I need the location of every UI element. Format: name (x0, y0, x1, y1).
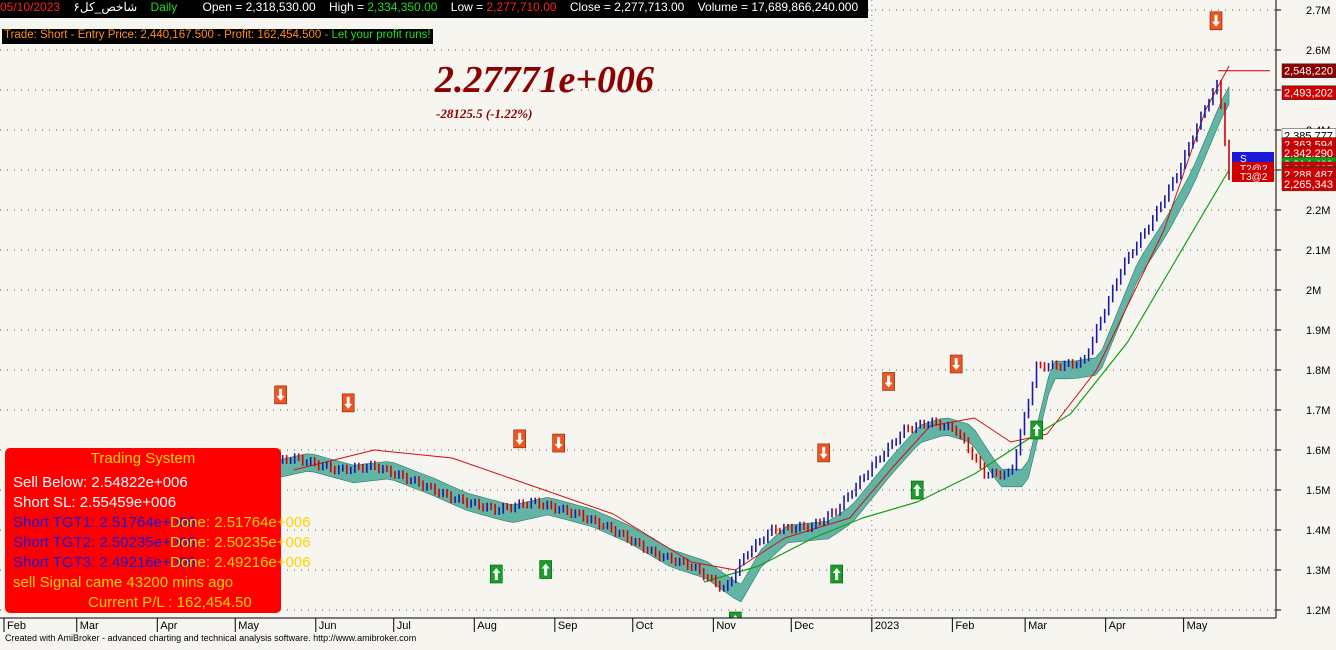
short-sl-text: Short SL: 2.55459e+006 (13, 494, 177, 511)
symbol-name: شاخص_کل۶ (73, 0, 138, 14)
buy-signal-arrow (910, 480, 924, 500)
y-tick-label: 1.8M (1306, 365, 1330, 377)
y-tick-label: 1.9M (1306, 325, 1330, 337)
tgt2-done-text: Done: 2.50235e+006 (170, 534, 311, 551)
y-tick-label: 2.1M (1306, 245, 1330, 257)
high-value: 2,334,350.00 (367, 0, 438, 14)
right-price-label: 2,548,220 (1281, 63, 1336, 78)
volume-label: Volume = (697, 0, 752, 14)
sell-signal-arrow (274, 385, 287, 405)
trading-system-panel: Trading System Sell Below: 2.54822e+006 … (5, 448, 311, 613)
x-tick-label: Nov (716, 620, 736, 632)
sell-signal-arrow (552, 433, 565, 453)
sell-signal-arrow (513, 429, 526, 449)
low-value-group: Low = 2,277,710.00 (451, 0, 557, 14)
right-price-label: 2,265,343 (1281, 176, 1336, 192)
x-tick-label: Feb (7, 620, 26, 632)
y-tick-label: 2.6M (1306, 45, 1330, 57)
last-price-display: 2.27771e+006 (435, 59, 655, 101)
footer-credit: Created with AmiBroker - advanced charti… (5, 633, 417, 643)
x-tick-label: Jun (319, 620, 337, 632)
bar-date: 05/10/2023 (0, 0, 61, 14)
y-tick-label: 1.4M (1306, 525, 1330, 537)
x-tick-label: Apr (1109, 620, 1126, 632)
open-label: Open = (202, 0, 246, 14)
open-value-group: Open = 2,318,530.00 (203, 0, 316, 14)
close-value-group: Close = 2,277,713.00 (570, 0, 684, 14)
short-tgt3-text: Short TGT3: 2.49216e+006 (13, 554, 196, 571)
volume-value-group: Volume = 17,689,866,240.000 (698, 0, 858, 14)
tgt1-done-text: Done: 2.51764e+006 (170, 514, 311, 531)
target-tag-text: T3@2 (1240, 172, 1268, 183)
target-tag: T3@2 (1232, 170, 1274, 183)
trade-advice: - Let your profit runs! (321, 29, 431, 41)
x-axis-strip (0, 618, 1336, 632)
price-label-text: 2,493,202 (1284, 88, 1333, 100)
y-tick-label: 1.3M (1306, 565, 1330, 577)
sell-signal-arrow (817, 443, 830, 463)
x-tick-label: Oct (636, 620, 653, 632)
buy-signal-arrow (830, 564, 843, 584)
x-tick-label: Sep (558, 620, 578, 632)
sell-signal-arrow (341, 393, 355, 413)
panel-title: Trading System (90, 450, 196, 467)
chart-area[interactable]: 1.2M 1.3M 1.4M 1.5M 1.6M 1.7M 1.8M 1.9M 2M 2.1M 2.… (0, 0, 1336, 645)
x-tick-label: Feb (955, 620, 974, 632)
x-tick-label: Mar (1028, 620, 1047, 632)
price-label-text: 2,265,343 (1284, 179, 1333, 191)
signal-text: sell Signal came 43200 mins ago (13, 574, 234, 591)
buy-signal-arrow (539, 560, 552, 579)
sell-signal-arrow (882, 372, 895, 391)
current-pl-text: Current P/L : 162,454.50 (88, 594, 252, 611)
sell-below-text: Sell Below: 2.54822e+006 (13, 474, 188, 491)
short-tgt2-text: Short TGT2: 2.50235e+006 (13, 534, 196, 551)
y-tick-label: 1.7M (1306, 405, 1330, 417)
right-price-label: 2,493,202 (1281, 85, 1336, 100)
price-change-display: -28125.5 (-1.22%) (436, 106, 533, 121)
header-bar: شاخص_کل۶ 05/10/2023 Daily Open = 2,318,5… (0, 0, 869, 18)
volume-value: 17,689,866,240.000 (751, 0, 859, 14)
x-tick-label: Jul (397, 620, 411, 632)
open-value: 2,318,530.00 (245, 0, 316, 14)
sell-signal-arrow (1209, 11, 1223, 31)
high-label: High = (328, 0, 368, 14)
sell-signal-arrow (949, 354, 963, 374)
y-tick-label: 1.5M (1306, 485, 1330, 497)
buy-signal-arrow (1030, 420, 1044, 440)
tgt3-done-text: Done: 2.49216e+006 (170, 554, 311, 571)
x-tick-label: Dec (794, 620, 814, 632)
low-value: 2,277,710.00 (486, 0, 557, 14)
high-value-group: High = 2,334,350.00 (329, 0, 437, 14)
x-tick-label: May (1187, 620, 1208, 632)
x-tick-label: Aug (477, 620, 497, 632)
trade-status-bar: Trade: Short - Entry Price: 2,440,167.50… (2, 29, 433, 44)
close-label: Close = (569, 0, 615, 14)
interval-label: Daily (150, 0, 178, 14)
low-label: Low = (450, 0, 487, 14)
close-value: 2,277,713.00 (614, 0, 685, 14)
y-tick-label: 1.2M (1306, 605, 1330, 617)
buy-signal-arrow (489, 564, 503, 584)
y-tick-label: 2.2M (1306, 205, 1330, 217)
y-tick-label: 2.7M (1306, 5, 1330, 17)
x-tick-label: Mar (80, 620, 99, 632)
x-tick-label: Apr (160, 620, 177, 632)
y-tick-label: 1.6M (1306, 445, 1330, 457)
x-tick-label: 2023 (875, 620, 899, 632)
price-label-text: 2,548,220 (1284, 66, 1333, 78)
y-tick-label: 2M (1306, 285, 1321, 297)
x-tick-label: May (238, 620, 259, 632)
short-tgt1-text: Short TGT1: 2.51764e+006 (13, 514, 196, 531)
trade-info: Trade: Short - Entry Price: 2,440,167.50… (4, 29, 322, 41)
